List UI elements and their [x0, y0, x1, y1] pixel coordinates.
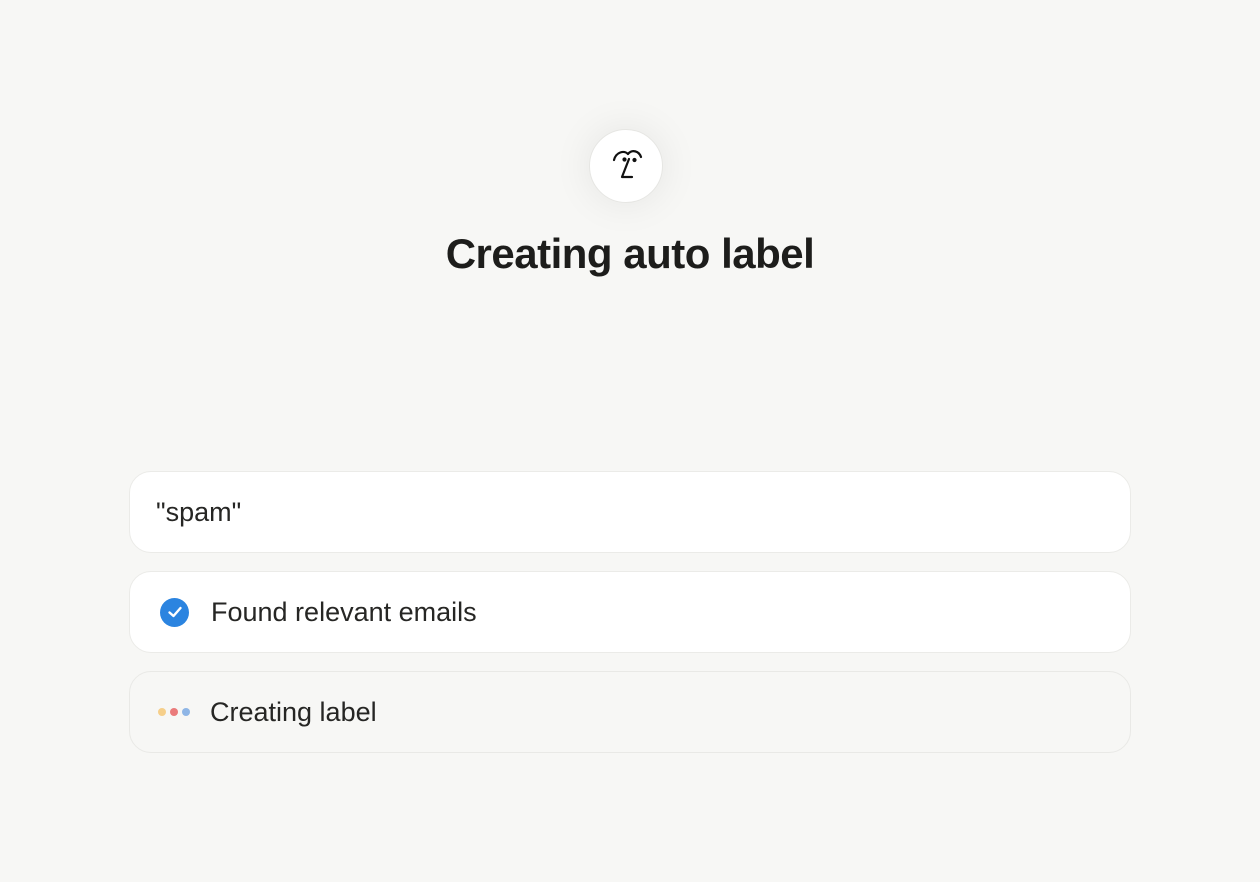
step-creating-label: Creating label	[129, 671, 1131, 753]
page-title: Creating auto label	[445, 230, 815, 277]
loading-dots-icon	[158, 708, 192, 716]
loading-dot	[182, 708, 190, 716]
query-text: "spam"	[156, 496, 242, 527]
check-circle-icon	[160, 597, 189, 627]
step-label: Creating label	[210, 696, 377, 727]
step-label: Found relevant emails	[211, 596, 477, 627]
step-found-emails: Found relevant emails	[129, 571, 1131, 653]
auto-label-screen: Creating auto label "spam" Found relevan…	[0, 0, 1260, 882]
loading-dot	[170, 708, 178, 716]
loading-dot	[158, 708, 166, 716]
query-card: "spam"	[129, 471, 1131, 553]
assistant-avatar	[589, 129, 663, 203]
face-logo-icon	[606, 144, 646, 189]
